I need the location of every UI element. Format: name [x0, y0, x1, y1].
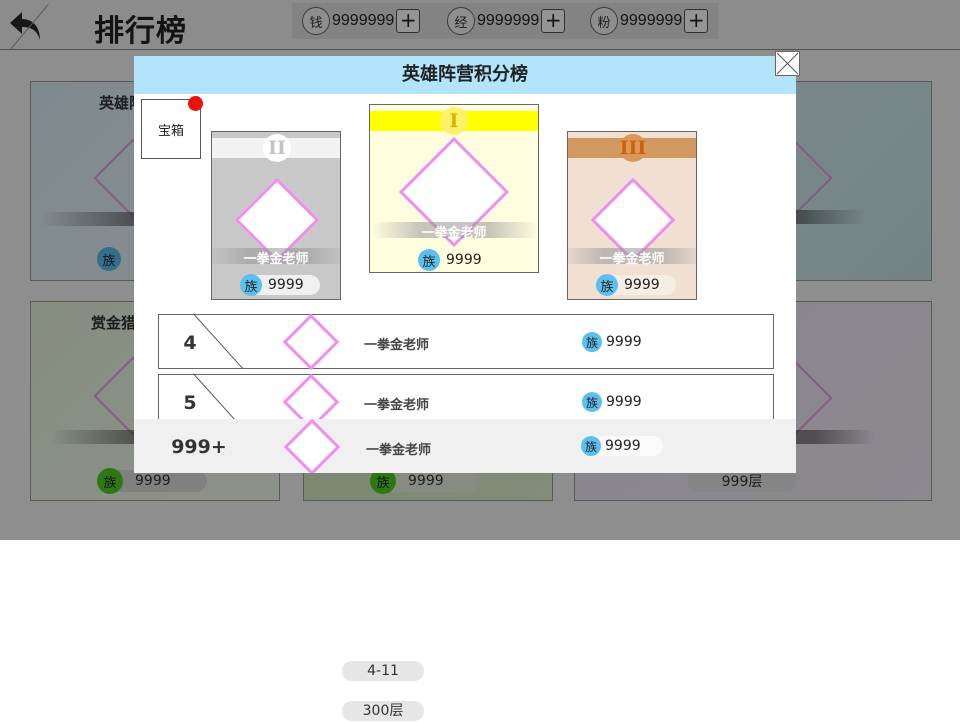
rank-row[interactable]: 4 一拳金老师 族 9999 — [158, 313, 774, 371]
clan-badge-icon: 族 — [582, 392, 602, 412]
medal-bronze-icon: III — [619, 134, 647, 162]
clan-badge-icon: 族 — [418, 249, 440, 271]
player-name: 一拳金老师 — [364, 398, 430, 413]
player-avatar-diamond — [282, 313, 340, 371]
clan-badge-icon: 族 — [240, 274, 262, 296]
modal-title: 英雄阵营积分榜 — [134, 56, 796, 94]
player-name: 一拳金老师 — [364, 338, 430, 353]
player-score: 族 9999 — [582, 392, 642, 412]
player-score: 族 9999 — [240, 274, 320, 296]
clan-badge-icon: 族 — [582, 332, 602, 352]
close-modal-button[interactable] — [775, 51, 800, 76]
medal-silver-icon: II — [263, 134, 291, 162]
player-score-value: 9999 — [446, 252, 482, 268]
close-icon — [776, 52, 799, 75]
player-score-value: 9999 — [606, 394, 642, 410]
floor-label-pill: 300层 — [342, 701, 424, 721]
podium-second[interactable]: II 一拳金老师 族 9999 — [211, 131, 341, 300]
clan-badge-icon: 族 — [596, 274, 618, 296]
podium-first[interactable]: I 一拳金老师 族 9999 — [369, 104, 539, 273]
medal-gold-icon: I — [440, 107, 468, 135]
player-score: 族 9999 — [596, 274, 676, 296]
player-name: 一拳金老师 — [421, 226, 487, 241]
range-label-pill: 4-11 — [342, 661, 424, 681]
clan-badge-icon: 族 — [581, 436, 601, 456]
player-score: 族 9999 — [582, 332, 642, 352]
my-rank-number: 999+ — [171, 436, 227, 458]
player-name: 一拳金老师 — [243, 252, 309, 267]
player-score-value: 9999 — [624, 277, 660, 293]
notification-dot — [188, 96, 203, 111]
my-avatar-diamond — [283, 418, 341, 473]
podium-third[interactable]: III 一拳金老师 族 9999 — [567, 131, 697, 300]
my-player-score-value: 9999 — [605, 438, 641, 454]
my-player-name: 一拳金老师 — [366, 443, 432, 458]
ranking-modal: 英雄阵营积分榜 宝箱 II 一拳金老师 族 9999 I 一拳金老师 族 999… — [134, 56, 796, 473]
player-score-value: 9999 — [606, 334, 642, 350]
player-score: 族 9999 — [418, 249, 498, 271]
player-name: 一拳金老师 — [599, 252, 665, 267]
my-rank-row[interactable]: 999+ 一拳金老师 族 9999 — [134, 418, 796, 473]
my-player-score: 族 9999 — [581, 436, 663, 456]
leaderboard-screen: 英雄阵 族 赏金猎 族 9999 族 9999 999层 排行榜 钱 99999… — [0, 0, 960, 540]
player-score-value: 9999 — [268, 277, 304, 293]
